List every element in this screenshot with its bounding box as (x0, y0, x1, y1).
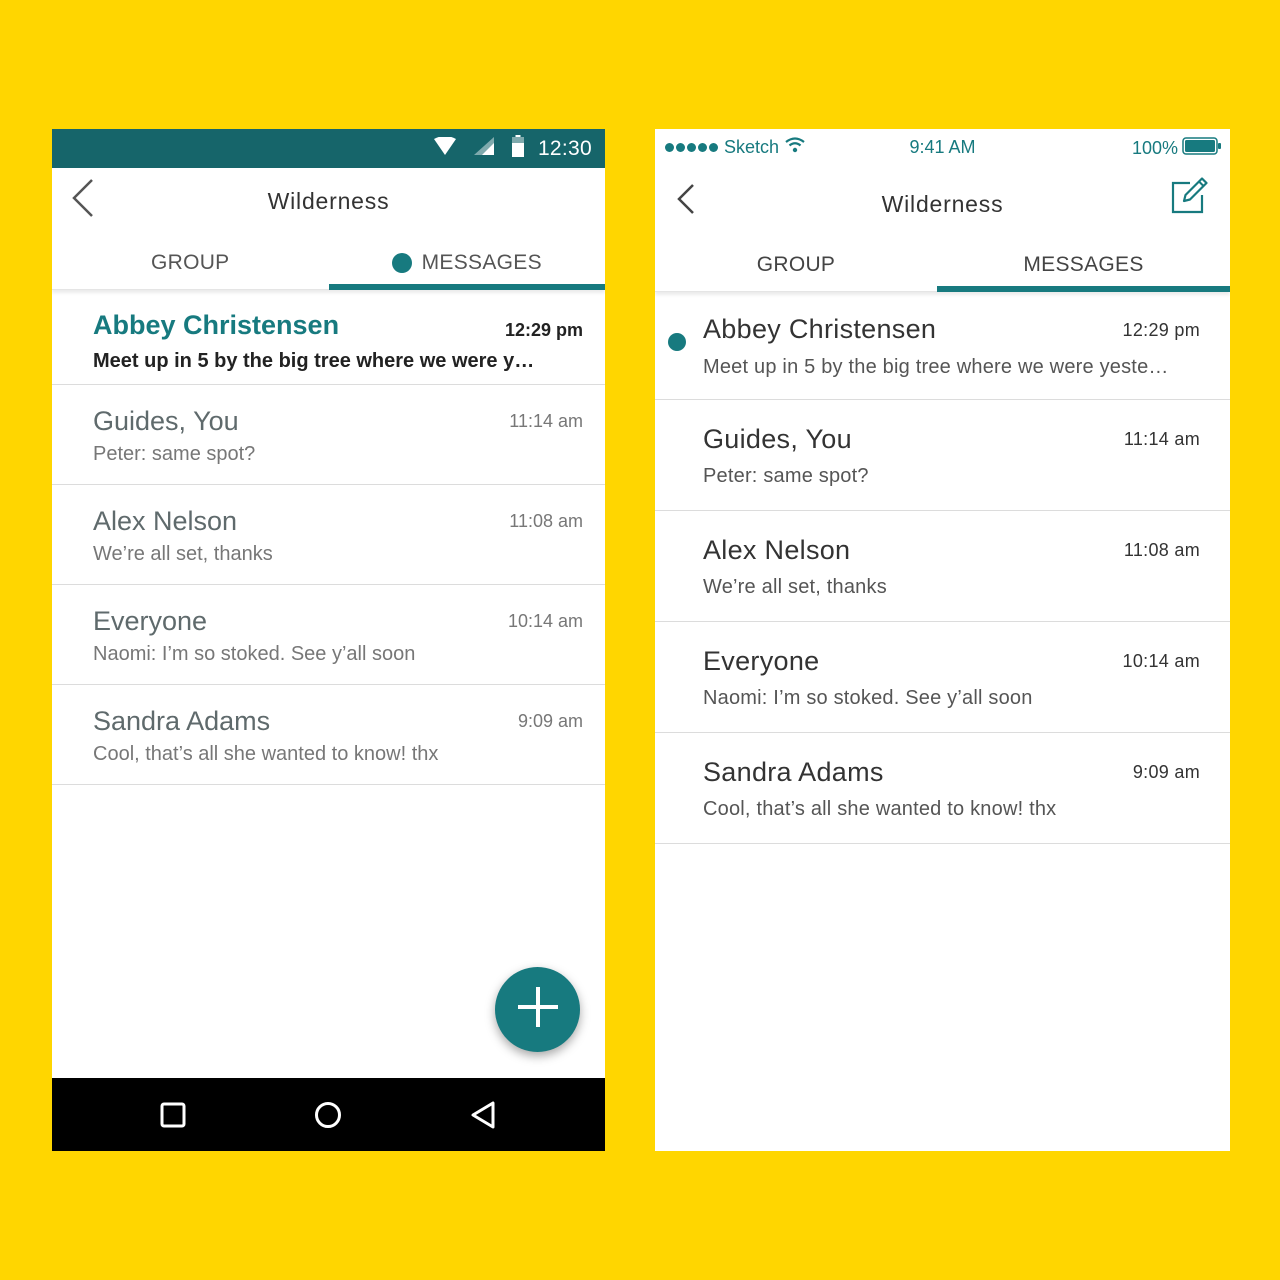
tab-messages[interactable]: MESSAGES (328, 238, 606, 290)
message-preview: Peter: same spot? (93, 443, 256, 465)
android-status-bar: 12:30 (52, 129, 605, 168)
list-item[interactable]: Alex Nelson 11:08 am We’re all set, than… (655, 511, 1230, 622)
message-preview: Naomi: I’m so stoked. See y’all soon (93, 643, 416, 665)
android-phone: 12:30 Wilderness GROUP MESSAGES Abbey Ch… (52, 129, 605, 1151)
tab-group[interactable]: GROUP (655, 239, 937, 291)
contact-name: Sandra Adams (93, 706, 271, 736)
message-preview: Naomi: I’m so stoked. See y’all soon (703, 687, 1033, 709)
unread-indicator-dot (668, 333, 686, 351)
contact-name: Abbey Christensen (703, 314, 937, 344)
battery-icon (511, 135, 524, 162)
contact-name: Sandra Adams (703, 757, 884, 787)
contact-name: Abbey Christensen (93, 310, 340, 340)
list-item[interactable]: Abbey Christensen 12:29 pm Meet up in 5 … (655, 292, 1230, 400)
message-time: 10:14 am (507, 611, 583, 631)
message-time: 11:14 am (1123, 429, 1200, 449)
page-title: Wilderness (881, 191, 1004, 217)
message-time: 11:14 am (509, 411, 583, 431)
message-preview: Meet up in 5 by the big tree where we we… (93, 350, 535, 372)
message-preview: Cool, that’s all she wanted to know! thx (93, 743, 439, 765)
tab-bar: GROUP MESSAGES (655, 239, 1230, 292)
contact-name: Alex Nelson (93, 506, 238, 536)
tab-group-label: GROUP (150, 250, 230, 274)
tab-messages[interactable]: MESSAGES (937, 239, 1230, 292)
ios-phone: Sketch 9:41 AM 100% Wilderness GROUP MES… (655, 129, 1230, 1151)
message-time: 11:08 am (1123, 540, 1200, 560)
list-item[interactable]: Sandra Adams 9:09 am Cool, that’s all sh… (655, 733, 1230, 844)
plus-icon (516, 985, 560, 1034)
list-item[interactable]: Everyone 10:14 am Naomi: I’m so stoked. … (52, 585, 605, 685)
battery-icon (1182, 137, 1222, 160)
tab-group-label: GROUP (756, 253, 836, 276)
tab-messages-label: MESSAGES (1023, 253, 1144, 276)
list-item[interactable]: Guides, You 11:14 am Peter: same spot? (655, 400, 1230, 511)
status-time: 12:30 (537, 136, 592, 160)
ios-status-bar: Sketch 9:41 AM 100% (655, 129, 1230, 169)
contact-name: Guides, You (703, 424, 852, 454)
tab-messages-label: MESSAGES (421, 250, 542, 274)
message-time: 9:09 am (517, 711, 583, 731)
wifi-icon (433, 136, 456, 160)
nav-bar: Wilderness (655, 169, 1230, 239)
page-title: Wilderness (267, 188, 390, 214)
android-nav-bar (52, 1078, 605, 1151)
message-preview: We’re all set, thanks (703, 576, 887, 598)
home-circle-icon[interactable] (311, 1098, 345, 1132)
compose-icon[interactable] (1170, 177, 1208, 215)
tab-bar: GROUP MESSAGES (52, 238, 605, 290)
contact-name: Everyone (93, 606, 208, 636)
conversation-list: Abbey Christensen 12:29 pm Meet up in 5 … (52, 290, 605, 785)
message-time: 9:09 am (1132, 762, 1200, 782)
message-preview: Meet up in 5 by the big tree where we we… (703, 356, 1169, 378)
message-preview: Cool, that’s all she wanted to know! thx (703, 798, 1057, 820)
status-right: 100% (1132, 137, 1222, 160)
message-time: 12:29 pm (504, 320, 583, 340)
conversation-list: Abbey Christensen 12:29 pm Meet up in 5 … (655, 292, 1230, 844)
list-item[interactable]: Abbey Christensen 12:29 pm Meet up in 5 … (52, 290, 605, 385)
tab-group[interactable]: GROUP (52, 238, 329, 289)
contact-name: Alex Nelson (703, 535, 851, 565)
list-item[interactable]: Guides, You 11:14 am Peter: same spot? (52, 385, 605, 485)
back-triangle-icon[interactable] (466, 1098, 500, 1132)
new-message-fab[interactable] (495, 967, 580, 1052)
list-item[interactable]: Alex Nelson 11:08 am We’re all set, than… (52, 485, 605, 585)
message-time: 12:29 pm (1122, 320, 1200, 340)
message-time: 11:08 am (509, 511, 583, 531)
message-time: 10:14 am (1122, 651, 1200, 671)
contact-name: Everyone (703, 646, 820, 676)
message-preview: Peter: same spot? (703, 465, 869, 487)
list-item[interactable]: Sandra Adams 9:09 am Cool, that’s all sh… (52, 685, 605, 785)
message-preview: We’re all set, thanks (93, 543, 273, 565)
battery-percent: 100% (1131, 138, 1178, 158)
recents-square-icon[interactable] (156, 1098, 190, 1132)
contact-name: Guides, You (93, 406, 239, 436)
signal-icon (473, 137, 494, 160)
unread-indicator-dot (391, 252, 412, 273)
list-item[interactable]: Everyone 10:14 am Naomi: I’m so stoked. … (655, 622, 1230, 733)
app-bar: Wilderness (52, 168, 605, 238)
